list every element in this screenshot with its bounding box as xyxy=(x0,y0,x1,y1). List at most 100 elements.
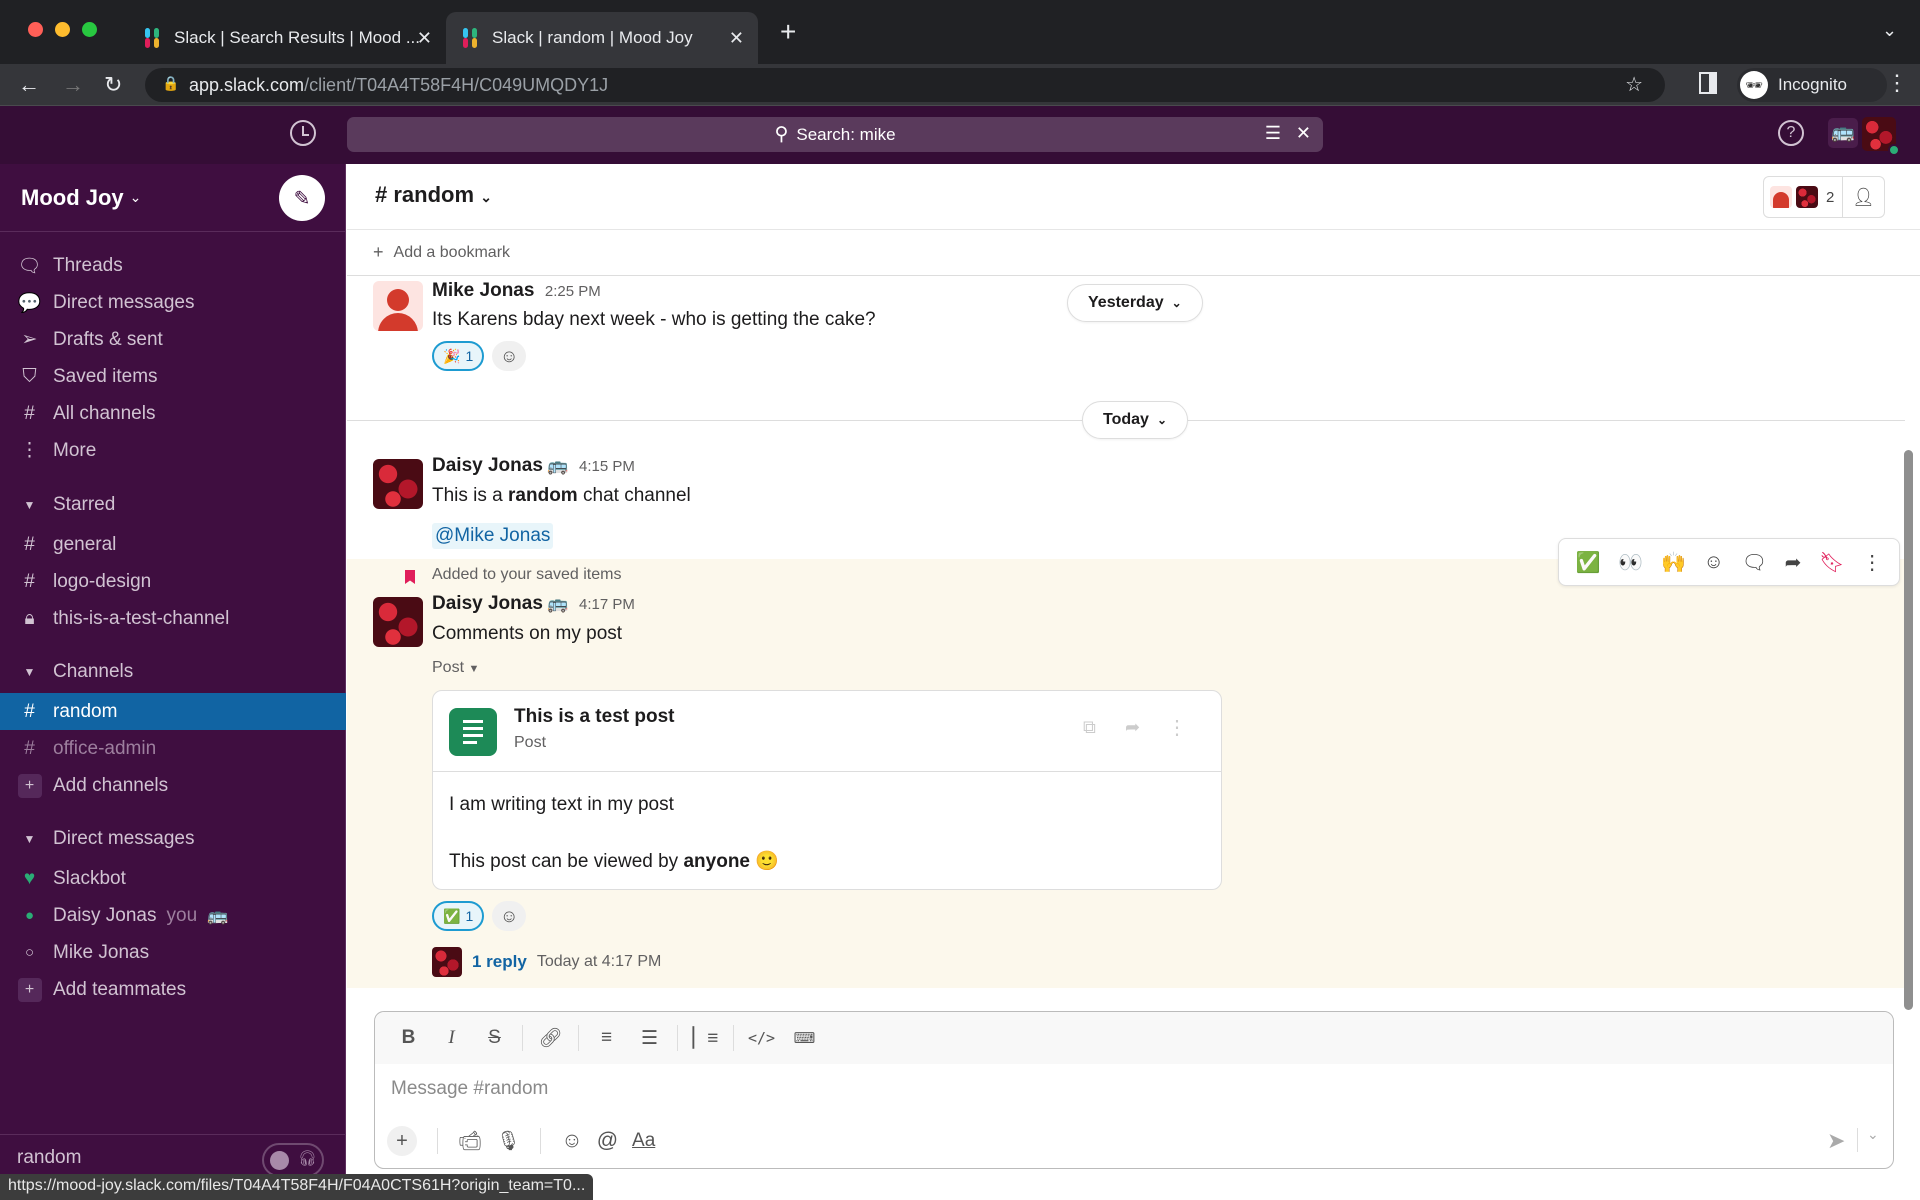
strikethrough-icon[interactable]: S xyxy=(473,1027,516,1049)
code-icon[interactable]: </> xyxy=(740,1029,783,1047)
workspace-name[interactable]: Mood Joy xyxy=(21,185,124,211)
sidebar-dm-daisy-jonas[interactable]: ● Daisy Jonas you 🚌 xyxy=(0,897,346,934)
reply-count-link[interactable]: 1 reply xyxy=(472,952,527,972)
link-icon[interactable]: 🔗︎ xyxy=(529,1026,572,1050)
sidebar-item-all-channels[interactable]: # All channels xyxy=(0,395,346,432)
close-tab-icon[interactable]: ✕ xyxy=(729,28,744,49)
sidebar-item-saved[interactable]: ⛉ Saved items xyxy=(0,358,346,395)
tab-search-chevron-icon[interactable]: ⌄ xyxy=(1882,20,1897,41)
add-channels-button[interactable]: + Add channels xyxy=(0,767,346,804)
sidebar-item-office-admin[interactable]: # office-admin xyxy=(0,730,346,767)
saved-bookmark-icon[interactable]: 🔖︎ xyxy=(1819,550,1844,575)
reaction-check[interactable]: ✅ 1 xyxy=(432,901,485,931)
incognito-profile-button[interactable]: 🕶 Incognito xyxy=(1737,68,1887,102)
bold-icon[interactable]: B xyxy=(387,1027,430,1049)
day-divider-today[interactable]: Today ⌄ xyxy=(1082,401,1188,439)
reply-in-thread-icon[interactable]: 🗨︎ xyxy=(1742,550,1767,575)
day-divider-yesterday[interactable]: Yesterday ⌄ xyxy=(1067,284,1203,322)
tab-random[interactable]: Slack | random | Mood Joy ✕ xyxy=(446,12,758,64)
window-close-button[interactable] xyxy=(28,22,43,37)
reload-icon[interactable]: ↻ xyxy=(104,72,122,98)
compose-button[interactable]: ✎ xyxy=(279,175,325,221)
close-tab-icon[interactable]: ✕ xyxy=(417,28,432,49)
status-emoji-icon[interactable]: 🚌 xyxy=(1828,118,1858,148)
sidebar-item-random[interactable]: # random xyxy=(0,693,346,730)
message-time[interactable]: 4:15 PM xyxy=(579,458,635,475)
tab-search-results[interactable]: Slack | Search Results | Mood ... ✕ xyxy=(128,12,446,64)
send-icon[interactable]: ➤ xyxy=(1827,1128,1845,1154)
italic-icon[interactable]: I xyxy=(430,1027,473,1049)
sidebar-dm-mike-jonas[interactable]: ○ Mike Jonas xyxy=(0,934,346,971)
message-list-scrollbar[interactable] xyxy=(1904,450,1913,1010)
window-minimize-button[interactable] xyxy=(55,22,70,37)
code-block-icon[interactable]: ⌨ xyxy=(783,1029,826,1047)
section-starred[interactable]: ▼ Starred xyxy=(0,486,346,523)
clear-search-icon[interactable]: ✕ xyxy=(1296,123,1311,144)
quick-react-check-icon[interactable]: ✅ xyxy=(1576,550,1601,575)
share-icon[interactable]: ➦ xyxy=(1125,717,1140,738)
bulleted-list-icon[interactable]: ☰ xyxy=(628,1027,671,1050)
reaction-party[interactable]: 🎉 1 xyxy=(432,341,485,371)
history-clock-icon[interactable] xyxy=(290,120,316,146)
sidebar-item-direct-messages[interactable]: 💬 Direct messages xyxy=(0,284,346,321)
address-bar[interactable]: 🔒 app.slack.com/client/T04A4T58F4H/C049U… xyxy=(145,68,1665,102)
video-clip-icon[interactable]: 📹︎ xyxy=(458,1129,482,1153)
workspace-header[interactable]: Mood Joy ⌄ ✎ xyxy=(0,164,345,232)
message-author[interactable]: Mike Jonas xyxy=(432,280,534,301)
bookmark-star-icon[interactable]: ☆ xyxy=(1625,72,1643,97)
add-people-button[interactable]: 👤︎ xyxy=(1842,176,1885,218)
blockquote-icon[interactable]: ▏≡ xyxy=(684,1027,727,1050)
search-bar[interactable]: ⚲ Search: mike ☰ ✕ xyxy=(347,117,1323,152)
open-external-icon[interactable]: ⧉ xyxy=(1083,717,1096,738)
avatar[interactable] xyxy=(373,281,423,331)
ordered-list-icon[interactable]: ≡ xyxy=(585,1027,628,1049)
microphone-icon[interactable]: 🎙︎ xyxy=(496,1129,520,1153)
add-reaction-button[interactable]: ☺ xyxy=(492,341,527,371)
forward-arrow-icon[interactable]: → xyxy=(62,72,84,98)
message-time[interactable]: 2:25 PM xyxy=(545,283,601,300)
more-actions-icon[interactable]: ⋮ xyxy=(1167,715,1187,740)
avatar[interactable] xyxy=(373,459,423,509)
avatar[interactable] xyxy=(373,597,423,647)
attach-plus-icon[interactable]: + xyxy=(387,1126,417,1156)
window-maximize-button[interactable] xyxy=(82,22,97,37)
help-icon[interactable]: ? xyxy=(1778,120,1804,146)
user-mention[interactable]: @Mike Jonas xyxy=(432,523,554,549)
sidebar-item-drafts[interactable]: ➢ Drafts & sent xyxy=(0,321,346,358)
search-filter-icon[interactable]: ☰ xyxy=(1265,123,1281,144)
emoji-icon[interactable]: ☺ xyxy=(561,1129,582,1153)
formatting-toggle-icon[interactable]: Aa xyxy=(632,1130,655,1152)
sidebar-item-general[interactable]: # general xyxy=(0,526,346,563)
sidebar-dm-slackbot[interactable]: ♥ Slackbot xyxy=(0,860,346,897)
message-saved[interactable]: Added to your saved items Daisy Jonas 🚌 … xyxy=(347,559,1905,988)
quick-react-raised-hands-icon[interactable]: 🙌 xyxy=(1661,550,1686,575)
add-reaction-icon[interactable]: ☺ xyxy=(1704,551,1724,574)
schedule-chevron-icon[interactable]: ⌄ xyxy=(1867,1126,1879,1143)
sidebar-item-logo-design[interactable]: # logo-design xyxy=(0,563,346,600)
quick-react-eyes-icon[interactable]: 👀 xyxy=(1618,550,1643,575)
section-channels[interactable]: ▼ Channels xyxy=(0,653,346,690)
more-actions-icon[interactable]: ⋮ xyxy=(1862,550,1882,575)
message-author[interactable]: Daisy Jonas xyxy=(432,455,543,476)
channel-title-button[interactable]: # random ⌄ xyxy=(375,182,492,208)
sidebar-item-test-channel[interactable]: 🔒︎ this-is-a-test-channel xyxy=(0,600,346,637)
message-input[interactable]: Message #random xyxy=(391,1078,1871,1100)
post-attachment[interactable]: This is a test post Post ⧉ ➦ ⋮ I am writ… xyxy=(432,690,1222,890)
section-direct-messages[interactable]: ▼ Direct messages xyxy=(0,820,346,857)
thread-summary[interactable]: 1 reply Today at 4:17 PM xyxy=(432,947,661,977)
sidebar-item-more[interactable]: ⋮ More xyxy=(0,432,346,469)
add-bookmark-button[interactable]: + Add a bookmark xyxy=(373,242,510,263)
add-teammates-button[interactable]: + Add teammates xyxy=(0,971,346,1008)
attachment-toggle[interactable]: Post ▼ xyxy=(432,659,479,677)
add-reaction-button[interactable]: ☺ xyxy=(492,901,527,931)
sidebar-item-threads[interactable]: 🗨 Threads xyxy=(0,247,346,284)
back-arrow-icon[interactable]: ← xyxy=(18,72,40,98)
members-button[interactable]: 2 xyxy=(1763,176,1843,218)
sidepanel-icon[interactable] xyxy=(1699,72,1717,94)
new-tab-button[interactable]: + xyxy=(780,16,796,48)
mention-icon[interactable]: @ xyxy=(597,1129,618,1153)
post-title[interactable]: This is a test post xyxy=(514,706,674,728)
message-time[interactable]: 4:17 PM xyxy=(579,596,635,613)
browser-menu-icon[interactable]: ⋮ xyxy=(1886,70,1908,96)
message-author[interactable]: Daisy Jonas xyxy=(432,593,543,614)
